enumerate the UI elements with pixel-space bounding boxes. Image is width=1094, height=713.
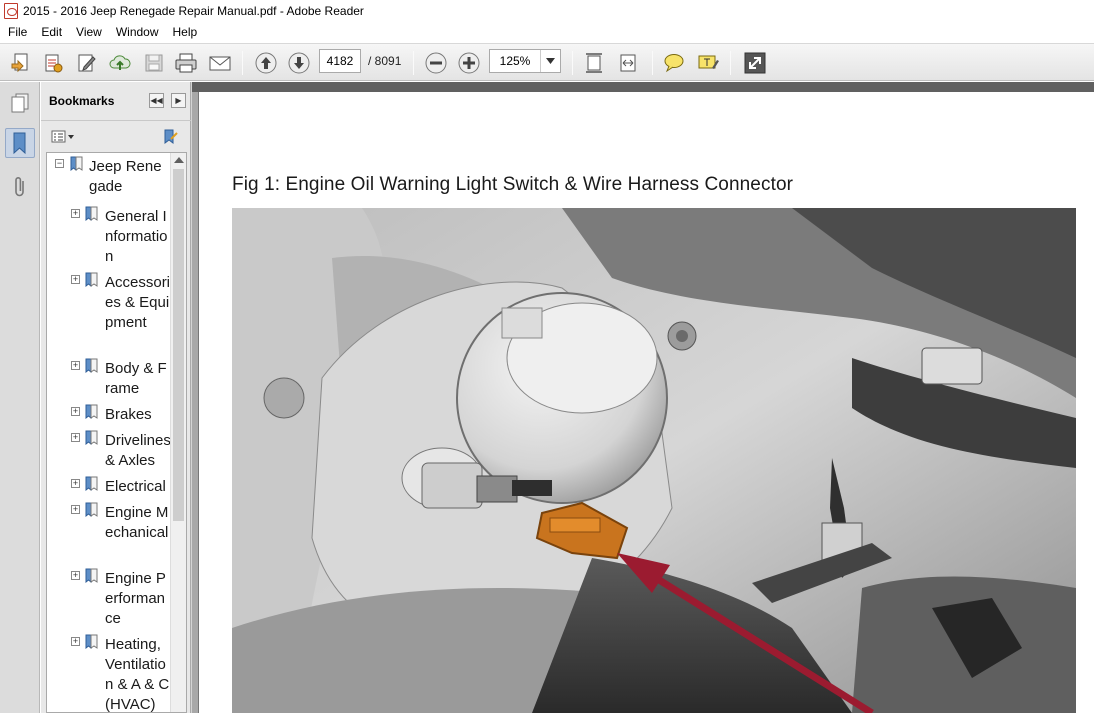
pdf-page: Fig 1: Engine Oil Warning Light Switch &…	[198, 92, 1094, 713]
pdf-app-icon	[4, 3, 18, 19]
engine-oil-switch-photo	[232, 208, 1076, 713]
bookmark-label: Accessories & Equipment	[105, 274, 171, 331]
window-title: 2015 - 2016 Jeep Renegade Repair Manual.…	[23, 4, 364, 18]
page-gap	[192, 82, 1094, 92]
next-page-icon[interactable]	[285, 50, 313, 76]
navigation-pane-strip	[0, 82, 40, 713]
bookmark-label: General Information	[105, 208, 168, 265]
expand-toggle[interactable]: +	[71, 433, 80, 442]
cloud-upload-icon[interactable]	[106, 50, 134, 76]
collapse-panel-icon[interactable]: ◀◀	[149, 93, 164, 108]
toolbar-separator	[242, 51, 243, 75]
bookmark-label: Engine Performance	[105, 570, 166, 627]
sign-icon[interactable]	[73, 50, 101, 76]
bookmark-label: Jeep Renegade	[89, 158, 162, 195]
bookmark-label: Drivelines & Axles	[105, 432, 171, 469]
expand-toggle[interactable]: +	[71, 637, 80, 646]
bookmark-label: Electrical	[105, 478, 166, 495]
bookmark-icon	[85, 476, 98, 491]
menu-file[interactable]: File	[0, 22, 34, 43]
zoom-in-icon[interactable]	[455, 50, 483, 76]
bookmark-icon	[85, 634, 98, 649]
bookmark-icon	[85, 272, 98, 287]
bookmark-icon	[70, 156, 83, 171]
bookmarks-tree: − Jeep Renegade + General Information + …	[46, 152, 187, 713]
bookmark-icon	[85, 404, 98, 419]
attachments-icon[interactable]	[5, 172, 35, 202]
bookmark-options-icon[interactable]	[51, 130, 75, 147]
toolbar-separator	[730, 51, 731, 75]
menu-view[interactable]: View	[69, 22, 109, 43]
bookmark-icon	[85, 358, 98, 373]
toolbar-separator	[572, 51, 573, 75]
menu-window[interactable]: Window	[109, 22, 166, 43]
bookmarks-header: Bookmarks ◀◀ ▶	[41, 82, 191, 120]
menu-help[interactable]: Help	[166, 22, 205, 43]
new-bookmark-icon[interactable]	[161, 128, 179, 149]
scroll-up-icon[interactable]	[174, 157, 184, 163]
menu-edit[interactable]: Edit	[34, 22, 69, 43]
bookmarks-scrollbar[interactable]	[170, 153, 186, 712]
bookmark-icon	[85, 206, 98, 221]
scrollbar-thumb[interactable]	[173, 169, 184, 521]
zoom-select[interactable]: 125%	[489, 49, 561, 73]
bookmark-label: Brakes	[105, 406, 152, 423]
zoom-value: 125%	[499, 54, 531, 68]
collapse-toggle[interactable]: −	[55, 159, 64, 168]
bookmarks-panel-icon[interactable]	[5, 128, 35, 158]
create-pdf-icon[interactable]	[7, 50, 35, 76]
print-icon[interactable]	[172, 50, 200, 76]
toolbar-separator	[652, 51, 653, 75]
expand-toggle[interactable]: +	[71, 407, 80, 416]
page-thumbnails-icon[interactable]	[5, 88, 35, 118]
title-bar: 2015 - 2016 Jeep Renegade Repair Manual.…	[0, 0, 1094, 22]
bookmarks-title: Bookmarks	[49, 94, 115, 108]
menu-bar: File Edit View Window Help	[0, 22, 1094, 43]
edit-pdf-icon[interactable]	[39, 50, 67, 76]
comment-icon[interactable]	[660, 50, 688, 76]
highlight-icon[interactable]	[694, 50, 722, 76]
expand-panel-icon[interactable]: ▶	[171, 93, 186, 108]
expand-toggle[interactable]: +	[71, 479, 80, 488]
save-icon[interactable]	[140, 50, 168, 76]
bookmark-icon	[85, 430, 98, 445]
bookmark-label: Engine Mechanical	[105, 504, 169, 541]
expand-toggle[interactable]: +	[71, 275, 80, 284]
expand-toggle[interactable]: +	[71, 209, 80, 218]
page-total: / 8091	[368, 54, 402, 68]
zoom-out-icon[interactable]	[422, 50, 450, 76]
document-view[interactable]: Fig 1: Engine Oil Warning Light Switch &…	[192, 82, 1094, 713]
fullscreen-icon[interactable]	[741, 50, 769, 76]
fit-width-icon[interactable]	[614, 50, 642, 76]
figure-caption: Fig 1: Engine Oil Warning Light Switch &…	[232, 174, 794, 195]
email-icon[interactable]	[206, 50, 234, 76]
bookmark-icon	[85, 568, 98, 583]
bookmarks-toolbar	[41, 120, 191, 153]
previous-page-icon[interactable]	[252, 50, 280, 76]
expand-toggle[interactable]: +	[71, 571, 80, 580]
chevron-down-icon[interactable]	[540, 50, 560, 72]
expand-toggle[interactable]: +	[71, 361, 80, 370]
toolbar-separator	[413, 51, 414, 75]
expand-toggle[interactable]: +	[71, 505, 80, 514]
page-number-input[interactable]	[319, 49, 361, 73]
bookmarks-panel: Bookmarks ◀◀ ▶ − Jeep Renegade + General…	[41, 82, 191, 713]
fit-page-icon[interactable]	[580, 50, 608, 76]
bookmark-label: Heating, Ventilation & A & C (HVAC)	[105, 636, 170, 713]
bookmark-icon	[85, 502, 98, 517]
bookmark-label: Body & Frame	[105, 360, 167, 397]
